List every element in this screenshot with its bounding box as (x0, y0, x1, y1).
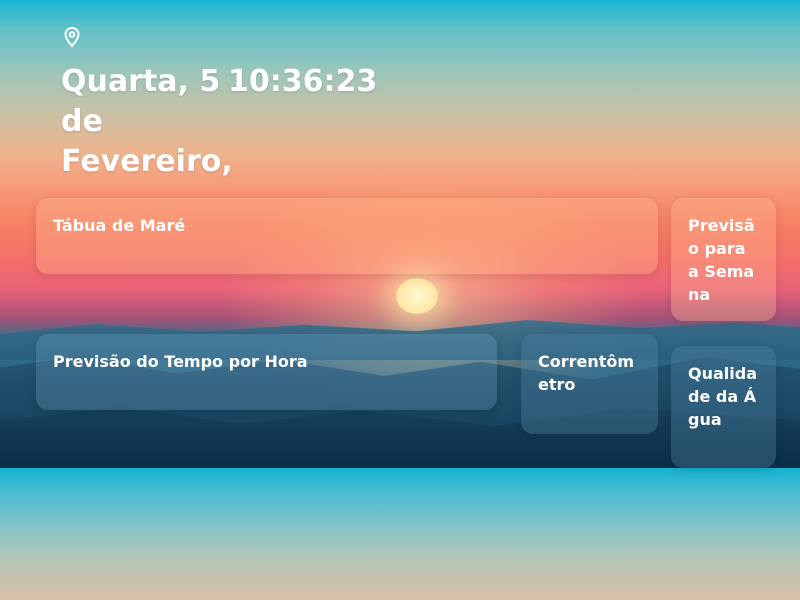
current-date: Quarta, 5 de Fevereiro, (61, 64, 233, 179)
water-quality-card[interactable]: Qualidade da Água (671, 346, 776, 468)
tide-table-card[interactable]: Tábua de Maré (36, 198, 658, 274)
current-meter-card[interactable]: Correntômetro (521, 334, 658, 434)
tide-table-label: Tábua de Maré (53, 216, 186, 235)
current-meter-label: Correntômetro (538, 352, 635, 394)
water-quality-label: Qualidade da Água (688, 364, 758, 429)
week-forecast-label: Previsão para a Semana (688, 216, 755, 304)
week-forecast-card[interactable]: Previsão para a Semana (671, 198, 776, 321)
current-time: 10:36:23 (228, 64, 378, 99)
background-repeat (0, 468, 800, 600)
map-pin-icon[interactable] (62, 26, 82, 48)
hourly-forecast-card[interactable]: Previsão do Tempo por Hora (36, 334, 497, 410)
sun (396, 278, 438, 314)
hourly-forecast-label: Previsão do Tempo por Hora (53, 352, 308, 371)
